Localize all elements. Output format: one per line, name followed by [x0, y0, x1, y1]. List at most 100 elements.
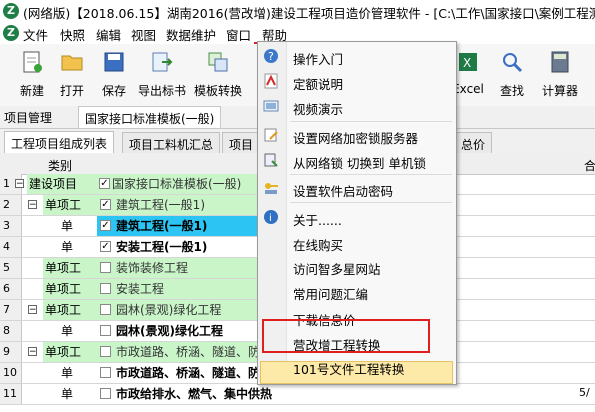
- menu-file[interactable]: 文件: [23, 25, 48, 44]
- row-number: 5: [0, 258, 22, 278]
- menu-data-maintenance[interactable]: 数据维护: [166, 25, 216, 44]
- header-type: 类别: [48, 159, 73, 173]
- tab-national-template-label: 国家接口标准模板(一般): [85, 112, 215, 126]
- find-button[interactable]: 查找: [492, 44, 532, 104]
- checkbox-unchecked[interactable]: [100, 283, 111, 294]
- help-menu-item[interactable]: 101号文件工程转换: [258, 355, 456, 378]
- row-type: 单项工: [45, 198, 82, 212]
- help-menu-item-label: 关于......: [293, 213, 342, 228]
- menu-edit[interactable]: 编辑: [96, 25, 121, 44]
- template-convert-button[interactable]: 模板转换: [194, 44, 242, 104]
- checkbox-unchecked[interactable]: [100, 325, 111, 336]
- help-menu-item[interactable]: ? 操作入门: [258, 45, 456, 68]
- calculator-button[interactable]: 计算器: [540, 44, 580, 104]
- pdf-icon: [264, 73, 278, 89]
- export-bid-label: 导出标书: [137, 84, 186, 98]
- svg-text:X: X: [463, 56, 471, 70]
- help-menu-item-label: 设置软件启动密码: [293, 184, 394, 199]
- tab-project-materials-summary[interactable]: 项目工料机汇总: [122, 132, 221, 153]
- vat-convert-highlight-box: [262, 319, 430, 353]
- row-name: 建筑工程(一般1): [116, 219, 208, 233]
- window-title: (网络版)【2018.06.15】湖南2016(营改增)建设工程项目造价管理软件…: [23, 6, 595, 21]
- checkbox-checked[interactable]: ✓: [100, 199, 111, 210]
- row-name: 建筑工程(一般1): [116, 198, 205, 212]
- checkbox-checked[interactable]: ✓: [100, 220, 111, 231]
- tree-toggle-icon[interactable]: −: [28, 200, 37, 210]
- tree-toggle-icon[interactable]: −: [28, 347, 37, 357]
- row-number: 10: [0, 363, 22, 383]
- app-logo-icon: Z: [3, 3, 19, 19]
- question-icon: ?: [264, 49, 278, 63]
- row-number: 9: [0, 342, 22, 362]
- save-button[interactable]: 保存: [94, 44, 134, 104]
- info-icon: i: [264, 210, 278, 224]
- help-menu-item[interactable]: 设置软件启动密码: [258, 177, 456, 200]
- excel-icon: X: [459, 53, 477, 71]
- menu-view[interactable]: 视图: [131, 25, 156, 44]
- row-number: 6: [0, 279, 22, 299]
- checkbox-unchecked[interactable]: [100, 367, 111, 378]
- help-menu-item[interactable]: 定额说明: [258, 70, 456, 93]
- right-column-value: 5/: [579, 386, 590, 399]
- new-file-icon: [23, 51, 42, 73]
- help-menu-item-label: 在线购买: [293, 238, 344, 253]
- menu-separator: [290, 202, 452, 203]
- tab-project-management[interactable]: 项目管理: [4, 109, 52, 126]
- calculator-icon: [551, 51, 569, 73]
- checkbox-unchecked[interactable]: [100, 346, 111, 357]
- title-bar: Z (网络版)【2018.06.15】湖南2016(营改增)建设工程项目造价管理…: [0, 0, 595, 22]
- help-menu-item[interactable]: 常用问题汇编: [258, 280, 456, 303]
- checkbox-checked[interactable]: ✓: [100, 241, 111, 252]
- row-name: 市政道路、桥涵、隧道、防: [116, 345, 261, 359]
- row-number: 11: [0, 384, 22, 404]
- tab-total-price[interactable]: 总价: [454, 132, 493, 153]
- tab-national-template[interactable]: 国家接口标准模板(一般): [78, 106, 222, 128]
- row-type: 单项工: [45, 345, 82, 359]
- menu-snapshot[interactable]: 快照: [60, 25, 85, 44]
- tree-toggle-icon[interactable]: −: [15, 179, 24, 189]
- row-name: 安装工程: [116, 282, 165, 296]
- menu-window[interactable]: 窗口: [226, 25, 251, 44]
- tab-project-composition[interactable]: 工程项目组成列表: [4, 131, 115, 153]
- help-menu-item-label: 101号文件工程转换: [293, 362, 405, 377]
- help-menu-item-label: 操作入门: [293, 52, 344, 67]
- row-name: 装饰装修工程: [116, 261, 189, 275]
- help-menu-item[interactable]: i 关于......: [258, 206, 456, 229]
- help-menu-item-label: 定额说明: [293, 77, 344, 92]
- help-menu-item[interactable]: 访问智多星网站: [258, 255, 456, 278]
- tree-toggle-icon[interactable]: −: [28, 305, 37, 315]
- template-convert-label: 模板转换: [193, 84, 242, 98]
- app-menu-icon[interactable]: Z: [3, 25, 19, 41]
- tab-project-other[interactable]: 项目: [222, 132, 261, 153]
- row-type: 单项工: [45, 261, 82, 275]
- checkbox-unchecked[interactable]: [100, 262, 111, 273]
- help-menu-item-label: 常用问题汇编: [293, 287, 369, 302]
- export-bid-button[interactable]: 导出标书: [138, 44, 186, 104]
- row-number: 3: [0, 216, 22, 236]
- help-menu-item[interactable]: 在线购买: [258, 231, 456, 254]
- calculator-label: 计算器: [541, 84, 578, 98]
- menu-separator: [290, 174, 452, 175]
- find-icon: [503, 53, 523, 73]
- open-button[interactable]: 打开: [52, 44, 92, 104]
- checkbox-unchecked[interactable]: [100, 304, 111, 315]
- row-type: 单项工: [45, 282, 82, 296]
- help-menu-item[interactable]: 视频演示: [258, 95, 456, 118]
- checkbox-checked[interactable]: ✓: [99, 178, 110, 189]
- template-convert-icon: [208, 52, 228, 72]
- row-number: 7: [0, 300, 22, 320]
- find-label: 查找: [499, 84, 524, 98]
- help-menu-item[interactable]: 从网络锁 切换到 单机锁: [258, 149, 456, 172]
- help-menu-item-label: 从网络锁 切换到 单机锁: [293, 156, 426, 171]
- table-row[interactable]: 11 单市政给排水、燃气、集中供热: [0, 384, 595, 405]
- menu-separator: [290, 121, 452, 122]
- row-type: 建设项目: [29, 177, 78, 191]
- help-menu-item[interactable]: 设置网络加密锁服务器: [258, 124, 456, 147]
- header-right: 合: [584, 159, 595, 173]
- export-bid-icon: [152, 52, 173, 72]
- help-menu-item-label: 访问智多星网站: [293, 262, 381, 277]
- row-number: 4: [0, 237, 22, 257]
- help-menu-item-label: 视频演示: [293, 102, 344, 117]
- checkbox-unchecked[interactable]: [100, 388, 111, 399]
- edit-icon: [264, 128, 278, 142]
